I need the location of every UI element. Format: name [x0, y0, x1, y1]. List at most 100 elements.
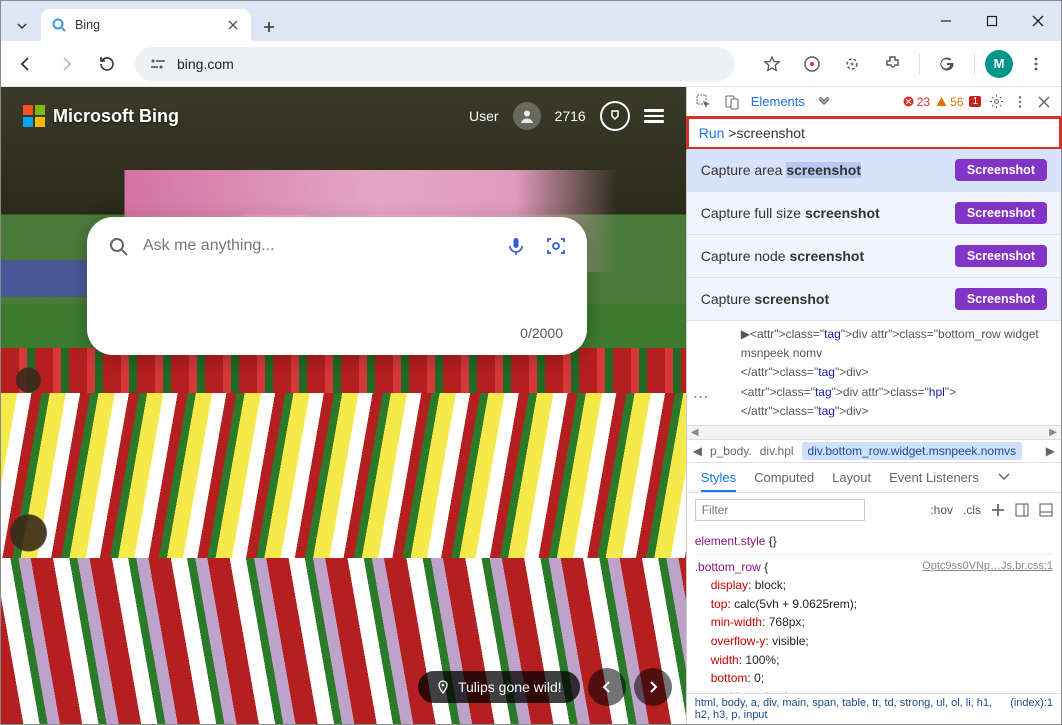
devtools-panel: Elements 23 56 1 Run >screenshot Capture…	[686, 87, 1061, 724]
footer-source: (index):1	[1010, 697, 1053, 721]
devtools-menu-icon[interactable]	[1011, 93, 1029, 111]
devtools-settings-icon[interactable]	[987, 93, 1005, 111]
image-caption-bar: Tulips gone wild!	[418, 668, 672, 706]
window-close-button[interactable]	[1015, 1, 1061, 41]
prev-image-button[interactable]	[588, 668, 626, 706]
computed-sidebar-icon[interactable]	[1015, 503, 1029, 517]
styles-tab-strip: Styles Computed Layout Event Listeners	[687, 463, 1061, 493]
error-count[interactable]: 23	[903, 95, 930, 109]
command-option[interactable]: Capture area screenshotScreenshot	[687, 149, 1061, 192]
window-titlebar: Bing	[1, 1, 1061, 41]
browser-toolbar: bing.com M	[1, 41, 1061, 87]
styles-subtab[interactable]: Styles	[701, 470, 736, 492]
warning-count[interactable]: 56	[936, 95, 963, 109]
dom-breadcrumb[interactable]: ◀ p_body. div.hpl div.bottom_row.widget.…	[687, 439, 1061, 463]
microsoft-logo-icon	[23, 105, 45, 127]
toolbar-divider	[974, 53, 975, 75]
chrome-menu-button[interactable]	[1019, 47, 1053, 81]
layout-sidebar-icon[interactable]	[1039, 503, 1053, 517]
browser-tab[interactable]: Bing	[41, 9, 251, 41]
rewards-badge-icon[interactable]	[600, 101, 630, 131]
styles-toolbar: :hov .cls	[687, 493, 1061, 527]
google-shortcut-icon[interactable]	[930, 47, 964, 81]
devtools-top-bar: Elements 23 56 1	[687, 87, 1061, 117]
bookmark-star-button[interactable]	[755, 47, 789, 81]
screenshot-badge: Screenshot	[955, 202, 1047, 224]
issue-count[interactable]: 1	[969, 96, 981, 107]
url-text: bing.com	[177, 56, 234, 72]
command-option[interactable]: Capture screenshotScreenshot	[687, 278, 1061, 321]
location-pin-icon	[436, 680, 450, 694]
dom-horizontal-scrollbar[interactable]: ◀▶	[687, 425, 1061, 439]
inspect-element-icon[interactable]	[695, 93, 713, 111]
caption-text: Tulips gone wild!	[458, 679, 562, 695]
styles-subtab[interactable]: Computed	[754, 470, 814, 485]
screenshot-badge: Screenshot	[955, 245, 1047, 267]
more-tabs-icon[interactable]	[815, 93, 833, 111]
bing-logo[interactable]: Microsoft Bing	[23, 105, 179, 127]
window-maximize-button[interactable]	[969, 1, 1015, 41]
hov-toggle[interactable]: :hov	[930, 503, 953, 517]
search-textarea[interactable]	[103, 261, 571, 321]
command-option[interactable]: Capture node screenshotScreenshot	[687, 235, 1061, 278]
devtools-tab-elements[interactable]: Elements	[751, 94, 805, 109]
image-caption[interactable]: Tulips gone wild!	[418, 671, 580, 703]
cls-toggle[interactable]: .cls	[963, 503, 981, 517]
styles-filter-input[interactable]	[695, 499, 865, 521]
devtools-close-icon[interactable]	[1035, 93, 1053, 111]
next-image-button[interactable]	[634, 668, 672, 706]
profile-avatar[interactable]: M	[985, 50, 1013, 78]
tab-title: Bing	[75, 18, 217, 32]
breadcrumb-item-selected[interactable]: div.bottom_row.widget.msnpeek.nomvs	[802, 442, 1023, 460]
bing-page: Microsoft Bing User 2716 Ask me anything…	[1, 87, 686, 724]
styles-subtab[interactable]: Layout	[832, 470, 871, 485]
bing-header: Microsoft Bing User 2716	[1, 87, 686, 145]
tab-search-button[interactable]	[7, 11, 37, 41]
dom-overflow-icon[interactable]: ⋯	[693, 387, 709, 407]
device-toggle-icon[interactable]	[723, 93, 741, 111]
user-label[interactable]: User	[469, 108, 499, 124]
bing-favicon-icon	[51, 17, 67, 33]
lens-icon[interactable]	[835, 47, 869, 81]
matched-selectors-footer: html, body, a, div, main, span, table, t…	[687, 693, 1061, 724]
breadcrumb-item[interactable]: p_body.	[710, 444, 752, 458]
tab-strip: Bing	[1, 1, 283, 41]
tab-close-button[interactable]	[225, 17, 241, 33]
bing-user-area: User 2716	[469, 101, 664, 131]
command-menu-input[interactable]: Run >screenshot	[686, 116, 1062, 150]
bing-menu-button[interactable]	[644, 106, 664, 125]
window-controls	[923, 1, 1061, 41]
bing-background-image	[1, 87, 686, 724]
screenshot-badge: Screenshot	[955, 288, 1047, 310]
forward-button[interactable]	[49, 47, 83, 81]
bing-search-card: Ask me anything... 0/2000	[87, 217, 587, 355]
toolbar-right: M	[755, 47, 1053, 81]
visual-search-icon[interactable]	[541, 231, 571, 261]
toolbar-divider	[919, 53, 920, 75]
dom-tree[interactable]: ▶<attr">class="tag">div attr">class="bot…	[687, 321, 1061, 425]
search-input[interactable]: Ask me anything...	[143, 237, 491, 255]
back-button[interactable]	[9, 47, 43, 81]
command-option[interactable]: Capture full size screenshotScreenshot	[687, 192, 1061, 235]
search-icon[interactable]	[103, 231, 133, 261]
address-bar[interactable]: bing.com	[135, 47, 735, 81]
voice-search-icon[interactable]	[501, 231, 531, 261]
reload-button[interactable]	[89, 47, 123, 81]
site-settings-icon[interactable]	[149, 57, 167, 71]
window-minimize-button[interactable]	[923, 1, 969, 41]
extensions-button[interactable]	[875, 47, 909, 81]
command-menu-results: Capture area screenshotScreenshotCapture…	[687, 149, 1061, 321]
char-counter: 0/2000	[103, 321, 571, 347]
rewards-points[interactable]: 2716	[555, 108, 586, 124]
extension-a-icon[interactable]	[795, 47, 829, 81]
devtools-status-badges: 23 56 1	[903, 93, 1053, 111]
styles-rules-pane[interactable]: element.style {}Optc9ss0VNp…Js.br.css:1.…	[687, 527, 1061, 693]
new-style-rule-icon[interactable]	[991, 503, 1005, 517]
content-split: Microsoft Bing User 2716 Ask me anything…	[1, 87, 1061, 724]
screenshot-badge: Screenshot	[955, 159, 1047, 181]
styles-subtab[interactable]: Event Listeners	[889, 470, 979, 485]
new-tab-button[interactable]	[255, 13, 283, 41]
breadcrumb-item[interactable]: div.hpl	[760, 444, 794, 458]
user-avatar-icon[interactable]	[513, 102, 541, 130]
more-tabs-icon[interactable]	[997, 472, 1011, 482]
